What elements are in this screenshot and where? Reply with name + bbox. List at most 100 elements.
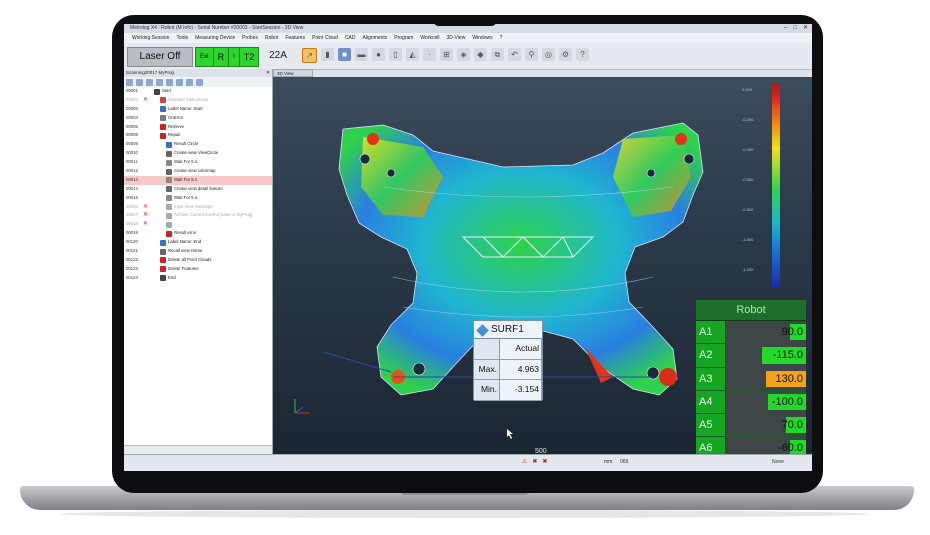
tree-row[interactable]: 00016 ✕ Input View Message	[124, 203, 272, 212]
scale-label: 0.000	[742, 87, 753, 92]
align-icon[interactable]: ⊞	[440, 48, 453, 61]
menu-item[interactable]: 3D-View	[447, 33, 466, 43]
pin-icon[interactable]: ✕	[266, 69, 270, 77]
menu-item[interactable]: Features	[285, 33, 305, 43]
mode-ext[interactable]: Ext	[196, 48, 214, 66]
tree-row[interactable]: 00003 Label Name: Start	[124, 105, 272, 114]
cone-icon[interactable]: ◭	[406, 48, 419, 61]
point-icon[interactable]: ·	[423, 48, 436, 61]
step-label: Wait For 5 s.	[174, 176, 199, 182]
export-icon[interactable]	[186, 78, 193, 86]
tree-row[interactable]: 00013 Wait For 5 s.	[124, 175, 272, 185]
chart-icon[interactable]	[176, 78, 183, 86]
error-icon[interactable]: ✖	[532, 458, 537, 465]
plane-icon[interactable]: ▬	[355, 48, 368, 61]
step-type-icon	[160, 266, 166, 273]
cube-icon[interactable]: ■	[338, 48, 351, 61]
menu-item[interactable]: Measuring Device	[195, 33, 235, 43]
axis-value-cell: 90.0	[726, 321, 806, 344]
tree-row[interactable]: 00004 OnError	[124, 114, 272, 123]
scale-label: -1.000	[742, 237, 754, 242]
step-label: Result Circle	[174, 141, 199, 147]
tree-row[interactable]: 00123 Delete Features	[124, 265, 272, 274]
target-icon[interactable]: ◎	[542, 48, 555, 61]
menu-item[interactable]: Working Session	[132, 33, 169, 43]
minimize-button[interactable]: –	[784, 24, 787, 33]
stop-icon[interactable]	[156, 78, 163, 86]
tree-row[interactable]: 00009 Result Circle	[124, 140, 272, 149]
tree-row[interactable]: 00011 Wait For 5 s.	[124, 158, 272, 167]
tree-row[interactable]: 00124 End	[124, 274, 272, 283]
tree-row[interactable]: 00015 Wait For 5 s.	[124, 194, 272, 203]
surf-callout[interactable]: SURF1 Actual Max. 4.963 Min. -3.154	[473, 320, 543, 401]
tree-row[interactable]: 00005 Retrieve	[124, 123, 272, 132]
close-button[interactable]: ✕	[803, 24, 808, 33]
undo-icon[interactable]: ↶	[508, 48, 521, 61]
record-icon[interactable]	[166, 78, 173, 86]
tab-3d-view[interactable]: 3D View	[273, 69, 313, 77]
color-icon[interactable]: ◆	[474, 48, 487, 61]
disabled-mark-icon: ✕	[143, 96, 149, 103]
copy-icon[interactable]: ⧉	[491, 48, 504, 61]
step-number: 00001	[126, 88, 138, 93]
scale-label: -0.200	[742, 117, 754, 122]
menu-item[interactable]: Tools	[176, 33, 188, 43]
mode-i[interactable]: I	[229, 48, 240, 66]
laser-status-button[interactable]: Laser Off	[127, 47, 193, 67]
warning-icon[interactable]: ⚠	[522, 458, 527, 465]
step-label: Repair	[168, 132, 181, 138]
menu-item[interactable]: Workcell	[420, 33, 439, 43]
play-icon[interactable]	[196, 78, 203, 86]
cylinder-icon[interactable]: ▯	[389, 48, 402, 61]
tree-row[interactable]: 00018 ✕	[124, 220, 272, 229]
tree-row[interactable]: 00002 ✕ Operator Instructions	[124, 96, 272, 105]
tool-icons: ↗ ▮ ■ ▬ ● ▯ ◭ · ⊞ ◈ ◆ ⧉ ↶ ⚲ ◎ ⚙ ?	[302, 48, 589, 64]
menu-item[interactable]: Robot	[265, 33, 278, 43]
menu-item[interactable]: Point Cloud	[312, 33, 338, 43]
tree-row[interactable]: 00120 Label Name: End	[124, 238, 272, 247]
step-type-icon	[166, 221, 172, 228]
step-number: 00014	[126, 185, 138, 191]
maximize-button[interactable]: □	[793, 24, 797, 33]
step-number: 00008	[126, 132, 138, 138]
tree-row[interactable]: 00001 Start	[124, 87, 272, 96]
horizontal-scrollbar[interactable]	[124, 445, 272, 454]
disabled-mark-icon: ✕	[143, 221, 149, 228]
measure-icon[interactable]: ▮	[321, 48, 334, 61]
menu-item[interactable]: CAD	[345, 33, 356, 43]
menu-item[interactable]: Probes	[242, 33, 258, 43]
mode-r[interactable]: R	[214, 48, 230, 66]
menu-item[interactable]: Alignments	[363, 33, 388, 43]
tree-row[interactable]: 00122 Delete all Point Clouds	[124, 256, 272, 265]
tree-row[interactable]: 00008 Repair	[124, 131, 272, 140]
3d-view-canvas[interactable]: 0.000 -0.200 -0.400 -0.600 -0.800 -1.000…	[273, 77, 812, 454]
axis-value-cell: 70.0	[726, 414, 806, 437]
tree-row[interactable]: 00012 Create view colormap	[124, 167, 272, 176]
error-icon[interactable]: ✖	[542, 458, 547, 465]
search-icon[interactable]: ⚲	[525, 48, 538, 61]
menu-item[interactable]: Windows	[472, 33, 492, 43]
menu-item[interactable]: Program	[394, 33, 413, 43]
settings-icon[interactable]: ⚙	[559, 48, 572, 61]
tree-row[interactable]: 00121 Recall view Home	[124, 247, 272, 256]
tree-row[interactable]: 00014 Create view detail feature	[124, 185, 272, 194]
step-label: Label Name: End	[168, 239, 202, 245]
new-step-icon[interactable]	[126, 78, 133, 86]
sphere-icon[interactable]: ●	[372, 48, 385, 61]
help-icon[interactable]: ?	[576, 48, 589, 61]
run-icon[interactable]	[146, 78, 153, 86]
mode-t2[interactable]: T2	[240, 48, 259, 66]
layer-icon[interactable]: ◈	[457, 48, 470, 61]
scale-label: -0.600	[742, 177, 754, 182]
menu-item[interactable]: ?	[500, 33, 503, 43]
step-type-icon	[160, 124, 166, 131]
program-panel-header: Scanning20017 MyProg ✕	[124, 69, 272, 77]
pointer-icon[interactable]: ↗	[302, 48, 317, 63]
tree-row[interactable]: 00010 Create view ViewCircle	[124, 149, 272, 158]
tree-row[interactable]: 00019 Result error	[124, 229, 272, 238]
scale-label: -0.800	[742, 207, 754, 212]
tree-row[interactable]: 00017 ✕ Archive Current Control [save to M…	[124, 211, 272, 220]
edit-step-icon[interactable]	[136, 78, 143, 86]
step-number: 00005	[126, 123, 138, 129]
step-label: Delete all Point Clouds	[168, 256, 212, 262]
